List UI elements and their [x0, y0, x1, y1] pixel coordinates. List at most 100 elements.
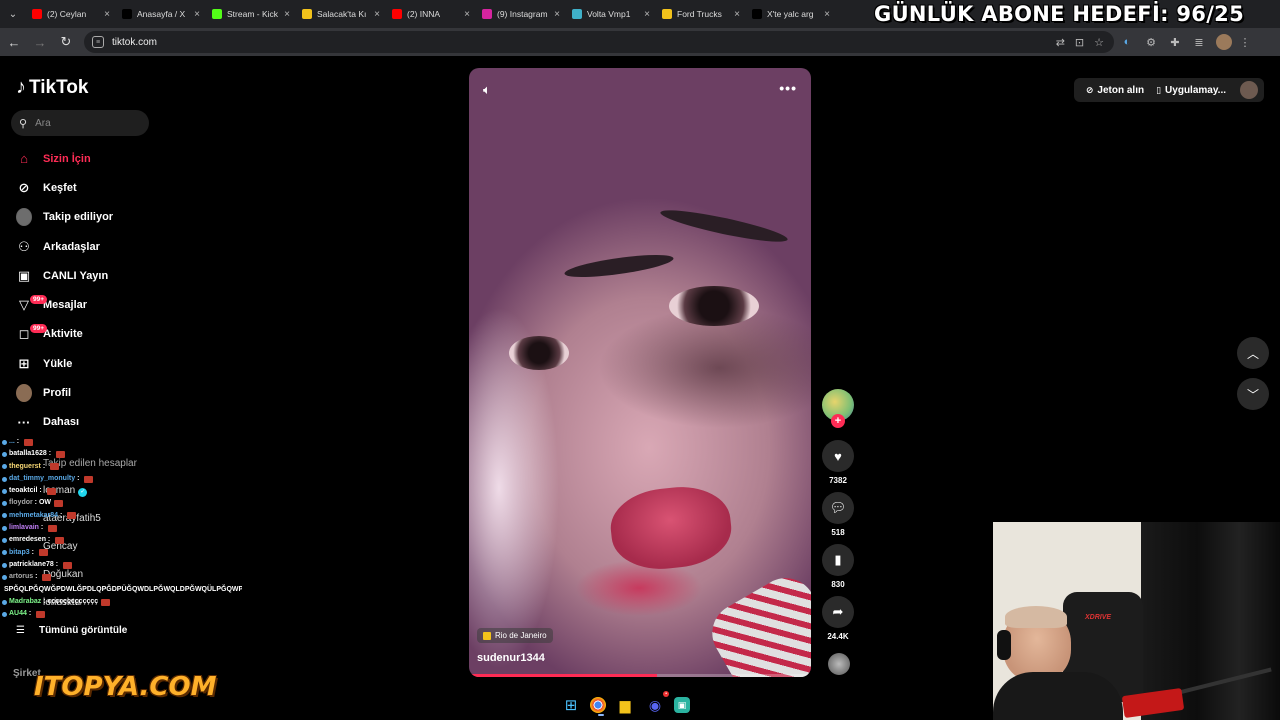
discord-icon[interactable]: ◉ •: [644, 691, 669, 716]
chat-username: teoaktcil: [9, 487, 38, 495]
extension-icon[interactable]: ⚙: [1140, 31, 1162, 53]
chat-badge-icon: [2, 476, 7, 482]
video-player[interactable]: 🔈︎ ••• Rio de Janeiro sudenur1344: [469, 68, 811, 677]
tab-close-icon[interactable]: ×: [104, 9, 110, 20]
webcam-detail: [993, 672, 1123, 720]
music-disc-icon[interactable]: [828, 653, 850, 675]
browser-tab[interactable]: Stream - Kick ×: [206, 1, 296, 27]
see-all-link[interactable]: ☰ Tümünü görüntüle: [16, 625, 127, 636]
install-icon[interactable]: ⊡: [1075, 36, 1084, 49]
tab-close-icon[interactable]: ×: [374, 9, 380, 20]
chat-badge-icon: [2, 451, 7, 457]
tab-title: (2) INNA: [407, 9, 441, 19]
tab-title: X'te yalc arg: [767, 9, 814, 19]
bookmark-star-icon[interactable]: ☆: [1094, 36, 1104, 49]
chat-emote-icon: [38, 549, 48, 557]
browser-tab[interactable]: (2) Ceylan ×: [26, 1, 116, 27]
chat-username: emredesen: [9, 536, 46, 544]
video-frame-detail: [509, 336, 569, 370]
more-icon: ···: [17, 414, 31, 430]
browser-tab[interactable]: Ford Trucks ×: [656, 1, 746, 27]
extensions-puzzle-icon[interactable]: ✚: [1164, 31, 1186, 53]
video-username[interactable]: sudenur1344: [477, 652, 545, 664]
sponsor-logo: ITOPYA.COM: [34, 672, 217, 702]
follow-plus-icon[interactable]: +: [831, 414, 845, 428]
next-video-button[interactable]: ﹀: [1237, 378, 1269, 410]
video-frame-detail: [607, 481, 735, 575]
sidebar-item[interactable]: ··· Dahası: [0, 408, 160, 437]
sidebar-item[interactable]: ⚇ Arkadaşlar: [0, 232, 160, 261]
chat-badge-icon: [2, 550, 7, 556]
share-button[interactable]: ➦: [822, 596, 854, 628]
browser-tab[interactable]: Anasayfa / X ×: [116, 1, 206, 27]
sidebar-item[interactable]: ▽ 99+ Mesajlar: [0, 290, 160, 319]
tab-close-icon[interactable]: ×: [554, 9, 560, 20]
like-button[interactable]: ♥: [822, 440, 854, 472]
tab-title: Stream - Kick: [227, 9, 279, 19]
tab-close-icon[interactable]: ×: [644, 9, 650, 20]
chat-message: emredesen :: [2, 534, 242, 546]
previous-video-button[interactable]: ︿: [1237, 337, 1269, 369]
translate-icon[interactable]: ⇄: [1056, 36, 1065, 49]
user-avatar[interactable]: [1240, 81, 1258, 99]
tab-close-icon[interactable]: ×: [194, 9, 200, 20]
video-progress-bar[interactable]: [469, 674, 811, 677]
comment-button[interactable]: 💬︎: [822, 492, 854, 524]
browser-tab[interactable]: Volta Vmp1 ×: [566, 1, 656, 27]
tab-strip: (2) Ceylan × Anasayfa / X × Stream - Kick × Sa…: [26, 1, 836, 27]
tab-favicon-icon: [392, 9, 402, 19]
progress-fill: [469, 674, 658, 677]
tab-close-icon[interactable]: ×: [734, 9, 740, 20]
tab-close-icon[interactable]: ×: [824, 9, 830, 20]
chat-badge-icon: [2, 501, 7, 507]
location-tag[interactable]: Rio de Janeiro: [477, 628, 553, 643]
sidebar-item[interactable]: Profil: [0, 378, 160, 407]
chevron-down-icon: ﹀: [1246, 387, 1259, 402]
browser-tab[interactable]: Salacak'ta Kı ×: [296, 1, 386, 27]
browser-menu-icon[interactable]: ⋮: [1234, 31, 1256, 53]
browser-tab[interactable]: (9) Instagram ×: [476, 1, 566, 27]
search-input[interactable]: ⚲ Ara: [11, 110, 149, 136]
sidebar-item[interactable]: ⌂ Sizin İçin: [0, 144, 160, 173]
chat-badge-icon: [2, 574, 7, 580]
browser-profile-avatar[interactable]: [1216, 34, 1232, 50]
chat-username: artorus: [9, 573, 34, 581]
browser-tab[interactable]: (2) INNA ×: [386, 1, 476, 27]
sidebar-item[interactable]: ⊞ Yükle: [0, 349, 160, 378]
sidebar-item[interactable]: ◻ 99+ Aktivite: [0, 320, 160, 349]
tab-favicon-icon: [662, 9, 672, 19]
more-options-icon[interactable]: •••: [779, 80, 797, 96]
tab-title: Salacak'ta Kı: [317, 9, 367, 19]
file-explorer-icon[interactable]: ▆: [614, 694, 636, 716]
tiktok-logo[interactable]: ♪ TikTok: [16, 76, 88, 99]
sidebar-item-label: Aktivite: [43, 328, 83, 341]
tab-close-icon[interactable]: ×: [464, 9, 470, 20]
video-frame-detail: [701, 567, 811, 677]
location-pin-icon: [483, 631, 491, 640]
chat-badge-icon: [2, 525, 7, 531]
reload-icon[interactable]: ↻: [54, 30, 78, 54]
browser-tab[interactable]: X'te yalc arg ×: [746, 1, 836, 27]
chat-message: teoaktcil :: [2, 485, 242, 497]
sidebar-item-label: Yükle: [43, 357, 73, 370]
chrome-icon[interactable]: [590, 697, 606, 716]
app-icon[interactable]: ▣: [674, 697, 690, 713]
volume-icon[interactable]: 🔈︎: [483, 82, 491, 98]
get-coins-button[interactable]: ⊘ Jeton alın: [1086, 85, 1144, 96]
get-app-button[interactable]: ▯ Uygulamay...: [1156, 85, 1226, 96]
sidebar-item[interactable]: ▣ CANLI Yayın: [0, 261, 160, 290]
back-icon[interactable]: ←: [2, 30, 26, 54]
sidebar-item[interactable]: ⊘ Keşfet: [0, 173, 160, 202]
video-frame-detail: [669, 286, 759, 326]
forward-icon[interactable]: →: [28, 30, 52, 54]
tab-close-icon[interactable]: ×: [284, 9, 290, 20]
save-button[interactable]: ▮: [822, 544, 854, 576]
media-control-icon[interactable]: ≣: [1188, 31, 1210, 53]
tab-search-icon[interactable]: ⌄: [0, 0, 26, 28]
stream-chat-overlay: ... : batalla1628 : theguerst : dat_timm…: [2, 436, 242, 620]
sidebar-item[interactable]: Takip ediliyor: [0, 203, 160, 232]
site-info-icon[interactable]: ≡: [92, 36, 104, 48]
address-bar[interactable]: ≡ tiktok.com ⇄ ⊡ ☆: [84, 31, 1114, 53]
extension-audio-icon[interactable]: ◐: [1116, 31, 1138, 53]
windows-start-icon[interactable]: ⊞: [560, 694, 582, 716]
